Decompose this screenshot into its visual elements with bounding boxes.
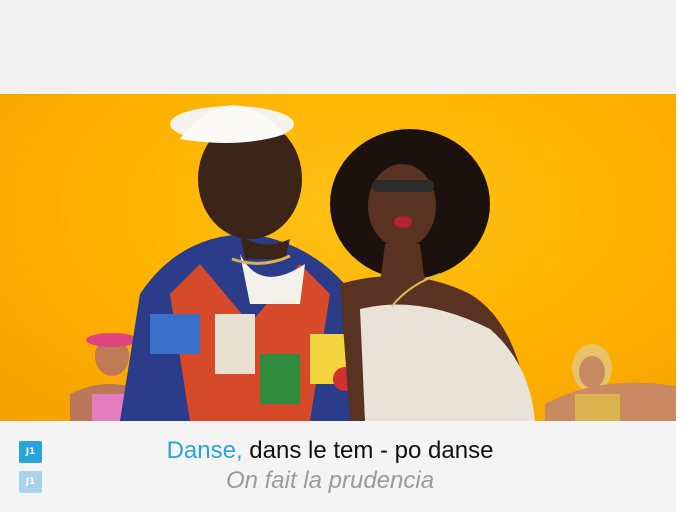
- dancer-right: [545, 344, 676, 421]
- next-lyric-line: On fait la prudencia: [225, 467, 435, 494]
- current-lyric-line: Danse, dans le tem - po danse: [0, 437, 660, 465]
- singer-man: [120, 105, 380, 421]
- music-video-frame: [0, 94, 676, 421]
- top-letterbox: [0, 0, 676, 94]
- music-video-scene: [70, 105, 676, 421]
- lyric-unsung-part: dans le tem - po danse: [242, 437, 494, 464]
- singer-woman: [330, 129, 535, 421]
- right-border: [676, 0, 682, 512]
- lyric-sung-part: Danse,: [166, 437, 243, 464]
